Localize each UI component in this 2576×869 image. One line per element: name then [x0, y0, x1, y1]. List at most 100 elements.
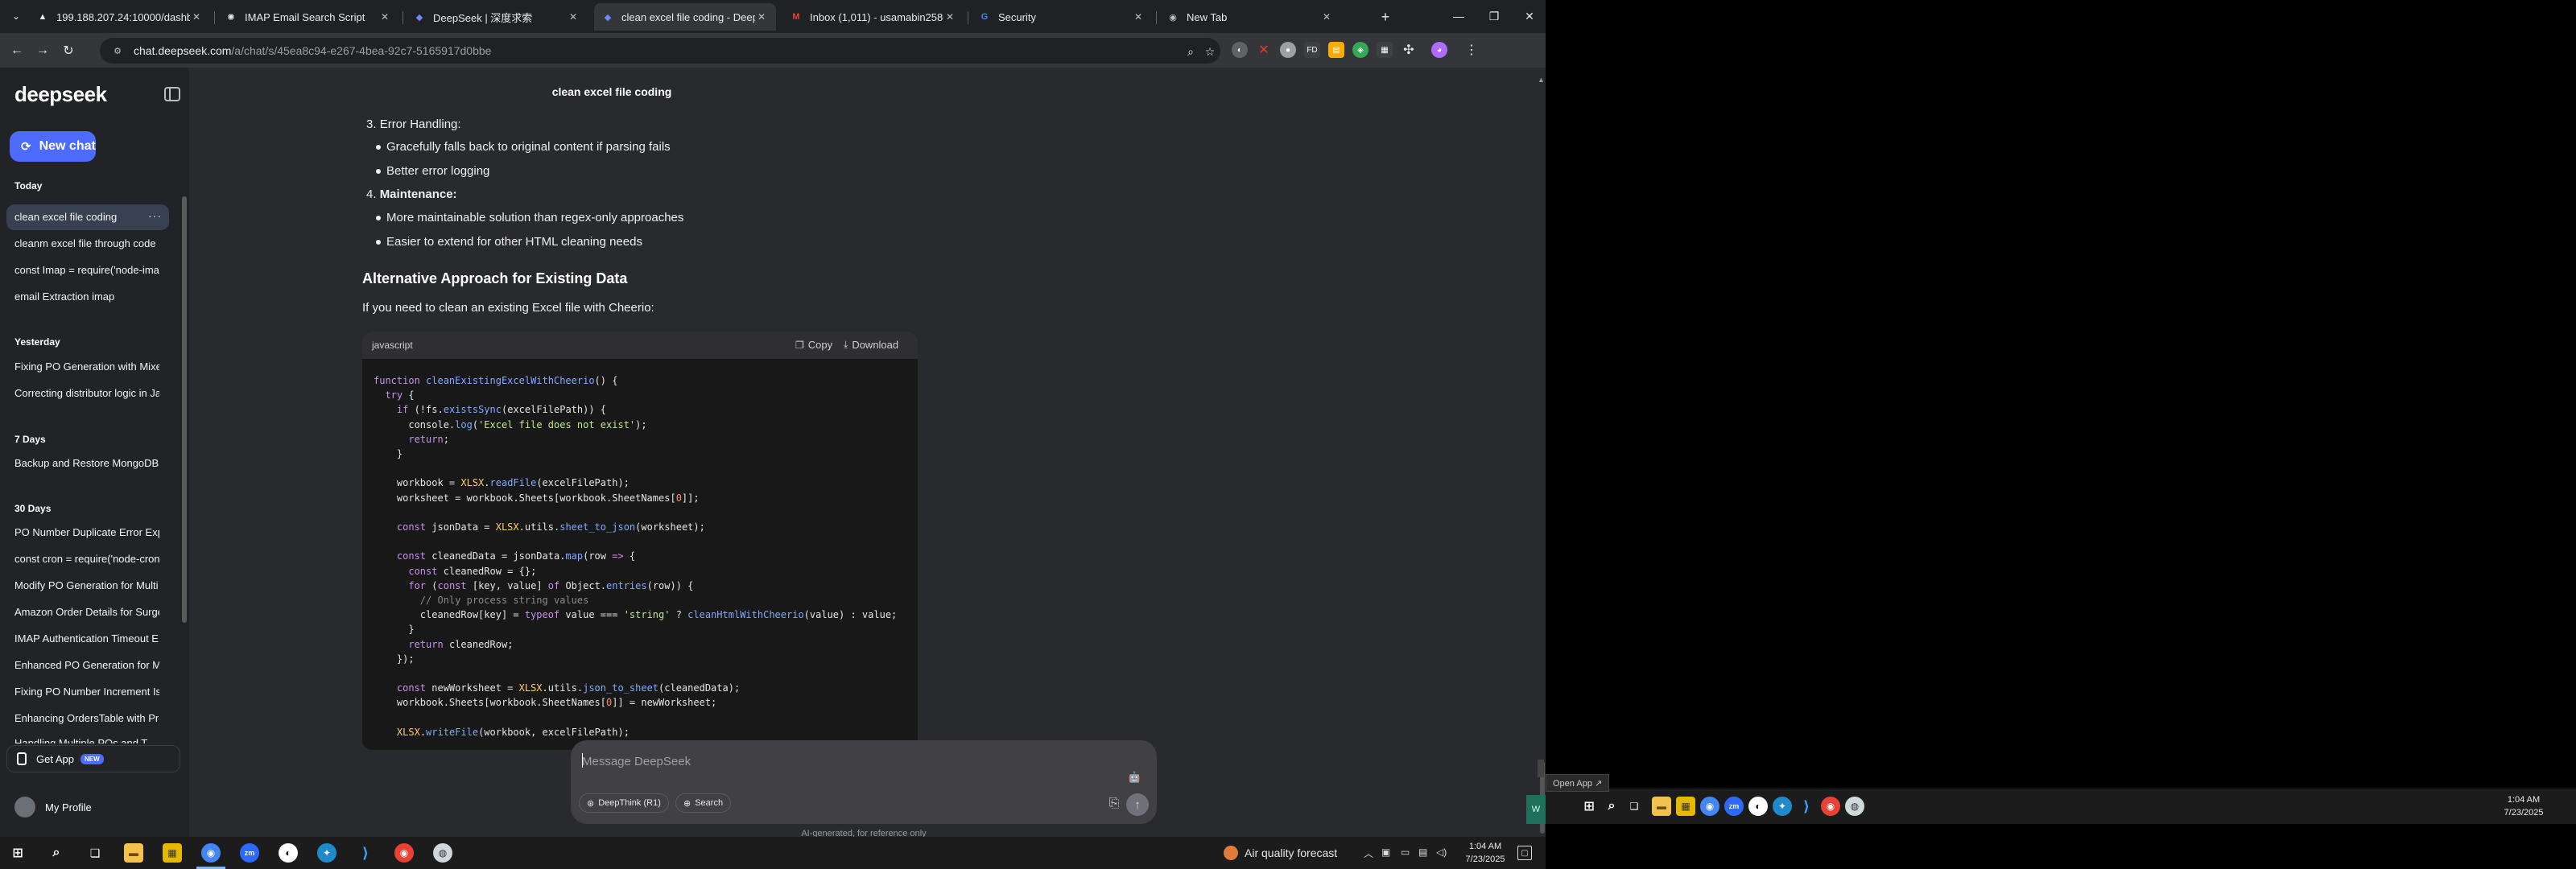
reload-icon[interactable]: ↻: [58, 40, 79, 61]
sidebar-chat-item[interactable]: Fixing PO Number Increment Iss: [14, 684, 159, 700]
sidebar-scrollbar[interactable]: [182, 196, 187, 623]
send-arrow-icon[interactable]: ↑: [1126, 793, 1149, 816]
task-view-icon[interactable]: ❏: [85, 843, 105, 863]
close-icon[interactable]: ✕: [755, 10, 768, 23]
sidebar-chat-item[interactable]: Enhanced PO Generation for Mu: [14, 657, 159, 673]
extra-app-icon[interactable]: ◍: [433, 843, 452, 863]
secondary-clock[interactable]: 1:04 AM 7/23/2025: [2496, 793, 2552, 819]
close-icon[interactable]: ✕: [378, 10, 391, 23]
back-arrow-icon[interactable]: ←: [6, 40, 27, 61]
sidebar-chat-item[interactable]: Backup and Restore MongoDB L: [14, 455, 159, 472]
sidebar-chat-item[interactable]: clean excel file coding: [14, 209, 159, 225]
download-code-button[interactable]: ⤓ Download: [844, 339, 898, 351]
profile-avatar-icon[interactable]: ◕: [1431, 42, 1447, 58]
chrome-profile-icon[interactable]: ◉: [1821, 797, 1840, 816]
sidebar-chat-item[interactable]: email Extraction imap: [14, 289, 159, 305]
taskbar-clock[interactable]: 1:04 AM 7/23/2025: [1457, 840, 1513, 866]
chrome-profile-icon[interactable]: ◉: [394, 843, 414, 863]
extension-circle-icon[interactable]: ●: [1280, 42, 1296, 58]
code-content[interactable]: function cleanExistingExcelWithCheerio()…: [374, 373, 897, 739]
sidebar-collapse-icon[interactable]: [164, 87, 180, 101]
edge-app-icon[interactable]: W: [1526, 795, 1546, 824]
sidebar-chat-item[interactable]: Amazon Order Details for Surge: [14, 604, 159, 620]
file-explorer-icon[interactable]: ▬: [1652, 797, 1671, 816]
open-app-tooltip[interactable]: Open App ↗: [1546, 774, 1610, 792]
sidebar-chat-item[interactable]: PO Number Duplicate Error Expl: [14, 525, 159, 541]
extensions-puzzle-icon[interactable]: ✣: [1401, 42, 1417, 58]
weather-widget[interactable]: Air quality forecast: [1224, 846, 1337, 860]
sidebar-chat-item[interactable]: const cron = require('node-cron: [14, 551, 159, 567]
extension-notes-icon[interactable]: ▤: [1328, 42, 1344, 58]
search-icon[interactable]: ⌕: [1602, 797, 1621, 816]
store-icon[interactable]: ▦: [1676, 797, 1695, 816]
sidebar-chat-item[interactable]: Modify PO Generation for Multi: [14, 578, 159, 594]
deepthink-toggle[interactable]: ⊛ DeepThink (R1): [579, 793, 669, 813]
windows-start-icon[interactable]: ⊞: [1579, 797, 1599, 816]
bookmark-star-icon[interactable]: ☆: [1201, 43, 1219, 60]
sidebar-chat-item[interactable]: Handling Multiple POs and T: [14, 735, 159, 743]
tab-imap-script[interactable]: ✺ IMAP Email Search Script ✕: [217, 3, 399, 31]
tab-deepseek-home[interactable]: ◆ DeepSeek | 深度求索 ✕: [406, 3, 588, 31]
sidebar-chat-item[interactable]: cleanm excel file through code u: [14, 236, 159, 252]
copy-code-button[interactable]: ❐ Copy: [795, 339, 832, 351]
site-info-icon[interactable]: ⚙: [111, 44, 124, 57]
notifications-icon[interactable]: ▢: [1517, 846, 1532, 860]
tray-chevron-icon[interactable]: ︿: [1364, 846, 1373, 860]
tray-meet-icon[interactable]: ▣: [1381, 846, 1390, 858]
edge-scrollbar[interactable]: [1538, 760, 1544, 777]
bluetooth-app-icon[interactable]: ✦: [317, 843, 336, 863]
robot-icon[interactable]: 🤖: [1128, 771, 1141, 784]
scroll-up-arrow-icon[interactable]: ▲: [1538, 76, 1545, 84]
sidebar-chat-item[interactable]: Enhancing OrdersTable with Pro: [14, 710, 159, 727]
windows-start-icon[interactable]: ⊞: [8, 843, 27, 863]
close-icon[interactable]: ✕: [567, 10, 580, 23]
sidebar-chat-item[interactable]: const Imap = require('node-ima: [14, 262, 159, 278]
zoom-magnifier-icon[interactable]: ⌕: [1182, 43, 1199, 60]
get-app-button[interactable]: Get App NEW: [6, 745, 180, 772]
message-input[interactable]: [582, 752, 1097, 771]
close-icon[interactable]: ✕: [1320, 10, 1333, 23]
battery-icon[interactable]: ▭: [1401, 846, 1410, 858]
bluetooth-app-icon[interactable]: ✦: [1773, 797, 1792, 816]
paperclip-icon[interactable]: ⎘: [1105, 793, 1123, 814]
close-icon[interactable]: ✕: [190, 10, 203, 23]
deepseek-logo[interactable]: deepseek: [14, 82, 107, 107]
new-chat-button[interactable]: ⟳ New chat: [10, 131, 96, 162]
camera-app-icon[interactable]: ◐: [279, 843, 298, 863]
sidebar-chat-item[interactable]: IMAP Authentication Timeout E: [14, 631, 159, 647]
network-icon[interactable]: ▤: [1418, 846, 1427, 858]
search-toggle[interactable]: ⊕ Search: [675, 793, 732, 813]
search-icon[interactable]: ⌕: [47, 843, 66, 863]
store-icon[interactable]: ▦: [163, 843, 182, 863]
vscode-icon[interactable]: ⟩: [356, 843, 375, 863]
window-close-icon[interactable]: ✕: [1513, 5, 1546, 27]
chrome-taskbar-icon[interactable]: ◉: [201, 843, 221, 863]
chrome-taskbar-icon[interactable]: ◉: [1700, 797, 1719, 816]
sidebar-chat-item[interactable]: Fixing PO Generation with Mixe: [14, 359, 159, 375]
close-icon[interactable]: ✕: [943, 10, 956, 23]
tab-gmail[interactable]: M Inbox (1,011) - usamabin2580 ✕: [782, 3, 964, 31]
new-tab-plus-icon[interactable]: +: [1377, 8, 1394, 26]
extension-incognito-icon[interactable]: ◐: [1232, 42, 1248, 58]
camera-app-icon[interactable]: ◐: [1748, 797, 1768, 816]
sidebar-chat-item[interactable]: Correcting distributor logic in Ja: [14, 385, 159, 402]
tab-clean-excel[interactable]: ◆ clean excel file coding - Deep ✕: [594, 3, 776, 31]
task-view-icon[interactable]: ❏: [1624, 797, 1644, 816]
zoom-icon[interactable]: zm: [1724, 797, 1744, 816]
forward-arrow-icon[interactable]: →: [32, 40, 53, 61]
address-bar[interactable]: ⚙ chat.deepseek.com/a/chat/s/45ea8c94-e2…: [100, 38, 1220, 64]
restore-icon[interactable]: ❐: [1478, 5, 1510, 27]
tab-search-chevron-icon[interactable]: ⌄: [8, 8, 24, 24]
extension-x-icon[interactable]: ✕: [1256, 42, 1272, 58]
chrome-menu-icon[interactable]: ⋮: [1463, 42, 1480, 58]
extension-grid-icon[interactable]: ▦: [1377, 42, 1393, 58]
vscode-icon[interactable]: ⟩: [1797, 797, 1816, 816]
file-explorer-icon[interactable]: ▬: [124, 843, 143, 863]
tab-dashboard[interactable]: ▲ 199.188.207.24:10000/dashbo ✕: [29, 3, 211, 31]
tab-security[interactable]: G Security ✕: [971, 3, 1153, 31]
minimize-icon[interactable]: —: [1443, 5, 1475, 27]
extra-app-icon[interactable]: ◍: [1845, 797, 1864, 816]
zoom-icon[interactable]: zm: [240, 843, 259, 863]
close-icon[interactable]: ✕: [1132, 10, 1145, 23]
volume-icon[interactable]: ◁): [1436, 846, 1447, 858]
